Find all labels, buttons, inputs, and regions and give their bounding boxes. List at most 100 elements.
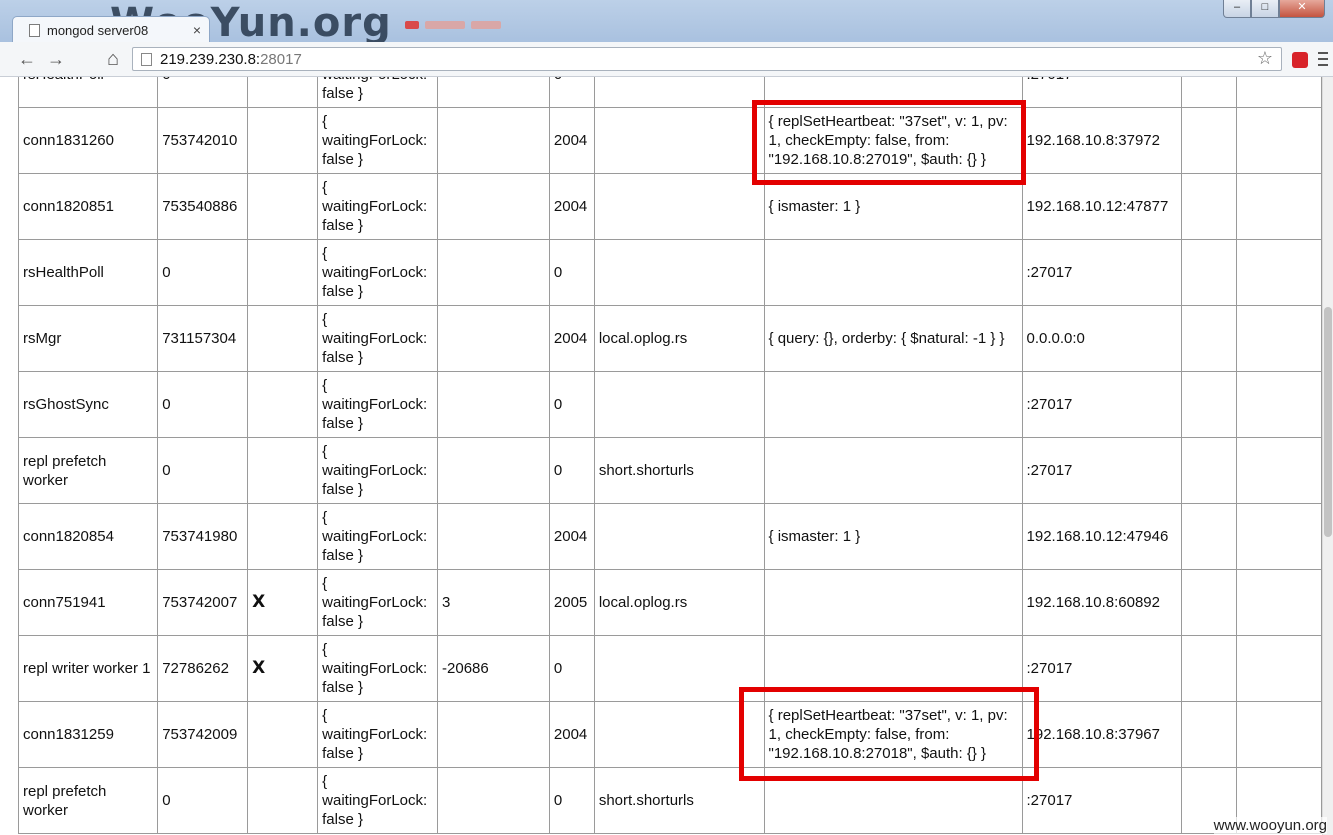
cell-col10 bbox=[1181, 437, 1238, 504]
background-decoration bbox=[405, 16, 515, 32]
window-controls: – □ ✕ bbox=[1223, 0, 1325, 18]
browser-tab[interactable]: mongod server08 × bbox=[12, 16, 210, 42]
cell-lockstats: { waitingForLock: false } bbox=[317, 173, 439, 240]
cell-opid: 0 bbox=[157, 371, 249, 438]
cell-secs: 2004 bbox=[548, 701, 595, 768]
vertical-scrollbar[interactable] bbox=[1322, 77, 1333, 835]
url-host: 219.239.230.8: bbox=[160, 50, 261, 68]
cell-secs: 2005 bbox=[548, 569, 595, 636]
minimize-button[interactable]: – bbox=[1223, 0, 1251, 18]
cell-opid: 753742007 bbox=[157, 569, 249, 636]
tab-title: mongod server08 bbox=[47, 22, 149, 38]
cell-opid: 0 bbox=[157, 77, 249, 108]
cell-secs: 0 bbox=[548, 767, 595, 834]
cell-query bbox=[763, 569, 1023, 636]
scrollbar-thumb[interactable] bbox=[1324, 307, 1332, 537]
cell-opid: 0 bbox=[157, 239, 249, 306]
table-row: rsMgr 731157304 { waitingForLock: false } 2… bbox=[17, 305, 1322, 372]
cell-client: 192.168.10.8:37967 bbox=[1021, 701, 1183, 768]
cell-secs: 0 bbox=[548, 371, 595, 438]
cell-ns bbox=[593, 77, 765, 108]
cell-desc: repl writer worker 1 bbox=[17, 635, 159, 702]
cell-lockstats: { waitingForLock: false } bbox=[317, 77, 439, 108]
cell-lockstats: { waitingForLock: false } bbox=[317, 701, 439, 768]
cell-client: :27017 bbox=[1021, 77, 1183, 108]
cell-query bbox=[763, 635, 1023, 702]
cell-col11 bbox=[1236, 107, 1322, 174]
cell-desc: conn1820854 bbox=[17, 503, 159, 570]
cell-desc: repl prefetch worker bbox=[17, 437, 159, 504]
cell-active bbox=[247, 701, 319, 768]
cell-lockstats: { waitingForLock: false } bbox=[317, 239, 439, 306]
cell-desc: repl prefetch worker bbox=[17, 767, 159, 834]
cell-lockstats: { waitingForLock: false } bbox=[317, 503, 439, 570]
cell-waiting: 3 bbox=[437, 569, 550, 636]
cell-client: 192.168.10.12:47877 bbox=[1021, 173, 1183, 240]
cell-waiting bbox=[437, 767, 550, 834]
cell-secs: 2004 bbox=[548, 107, 595, 174]
cell-active bbox=[247, 173, 319, 240]
cell-secs: 0 bbox=[548, 635, 595, 702]
cell-secs: 2004 bbox=[548, 503, 595, 570]
page-icon bbox=[141, 52, 152, 66]
bookmark-star-icon[interactable]: ☆ bbox=[1257, 48, 1273, 69]
cell-col10 bbox=[1181, 569, 1238, 636]
address-bar[interactable]: 219.239.230.8:28017 ☆ bbox=[132, 47, 1282, 71]
home-button[interactable]: ⌂ bbox=[102, 48, 124, 70]
cell-waiting bbox=[437, 173, 550, 240]
cell-query: { replSetHeartbeat: "37set", v: 1, pv: 1… bbox=[763, 701, 1023, 768]
cell-desc: rsGhostSync bbox=[17, 371, 159, 438]
cell-desc: rsHealthPoll bbox=[17, 77, 159, 108]
cell-client: :27017 bbox=[1021, 635, 1183, 702]
cell-secs: 2004 bbox=[548, 173, 595, 240]
cell-client: :27017 bbox=[1021, 371, 1183, 438]
cell-col11 bbox=[1236, 77, 1322, 108]
cell-col11 bbox=[1236, 305, 1322, 372]
back-button[interactable]: ← bbox=[16, 48, 38, 70]
maximize-button[interactable]: □ bbox=[1251, 0, 1279, 18]
cell-ns: local.oplog.rs bbox=[593, 305, 765, 372]
table-row: repl prefetch worker 0{ waitingForLock: f… bbox=[17, 767, 1322, 834]
url-text: 219.239.230.8:28017 bbox=[160, 51, 302, 68]
cell-ns bbox=[593, 371, 765, 438]
cell-lockstats: { waitingForLock: false } bbox=[317, 371, 439, 438]
menu-icon[interactable] bbox=[1318, 52, 1328, 66]
cell-ns bbox=[593, 239, 765, 306]
cell-client: 192.168.10.8:37972 bbox=[1021, 107, 1183, 174]
cell-ns bbox=[593, 701, 765, 768]
cell-active bbox=[247, 503, 319, 570]
cell-desc: conn1820851 bbox=[17, 173, 159, 240]
cell-waiting bbox=[437, 239, 550, 306]
cell-lockstats: { waitingForLock: false } bbox=[317, 305, 439, 372]
table-row: conn751941 753742007 X{ waitingForLock: fa… bbox=[17, 569, 1322, 636]
cell-waiting bbox=[437, 701, 550, 768]
cell-ns: local.oplog.rs bbox=[593, 569, 765, 636]
cell-client: 192.168.10.12:47946 bbox=[1021, 503, 1183, 570]
cell-desc: rsHealthPoll bbox=[17, 239, 159, 306]
cell-opid: 0 bbox=[157, 767, 249, 834]
cell-waiting bbox=[437, 371, 550, 438]
watermark: www.wooyun.org bbox=[1213, 817, 1327, 834]
extension-icon[interactable] bbox=[1292, 52, 1308, 68]
close-tab-icon[interactable]: × bbox=[193, 22, 201, 38]
cell-waiting: -20686 bbox=[437, 635, 550, 702]
cell-secs: 0 bbox=[548, 77, 595, 108]
cell-opid: 731157304 bbox=[157, 305, 249, 372]
cell-col11 bbox=[1236, 173, 1322, 240]
table-row: repl prefetch worker 0{ waitingForLock: f… bbox=[17, 437, 1322, 504]
cell-waiting bbox=[437, 437, 550, 504]
cell-col11 bbox=[1236, 371, 1322, 438]
cell-col10 bbox=[1181, 77, 1238, 108]
table-row: repl writer worker 1 72786262 X{ waitingFo… bbox=[17, 635, 1322, 702]
close-window-button[interactable]: ✕ bbox=[1279, 0, 1325, 18]
forward-button[interactable]: → bbox=[45, 48, 67, 70]
cell-ns bbox=[593, 503, 765, 570]
window-titlebar: WooYun.org mongod server08 × – □ ✕ bbox=[0, 0, 1333, 42]
cell-col10 bbox=[1181, 701, 1238, 768]
cell-active bbox=[247, 305, 319, 372]
page-icon bbox=[29, 23, 40, 37]
cell-col10 bbox=[1181, 503, 1238, 570]
cell-query bbox=[763, 239, 1023, 306]
table-row: conn1831259 753742009 { waitingForLock: fa… bbox=[17, 701, 1322, 768]
cell-opid: 72786262 bbox=[157, 635, 249, 702]
